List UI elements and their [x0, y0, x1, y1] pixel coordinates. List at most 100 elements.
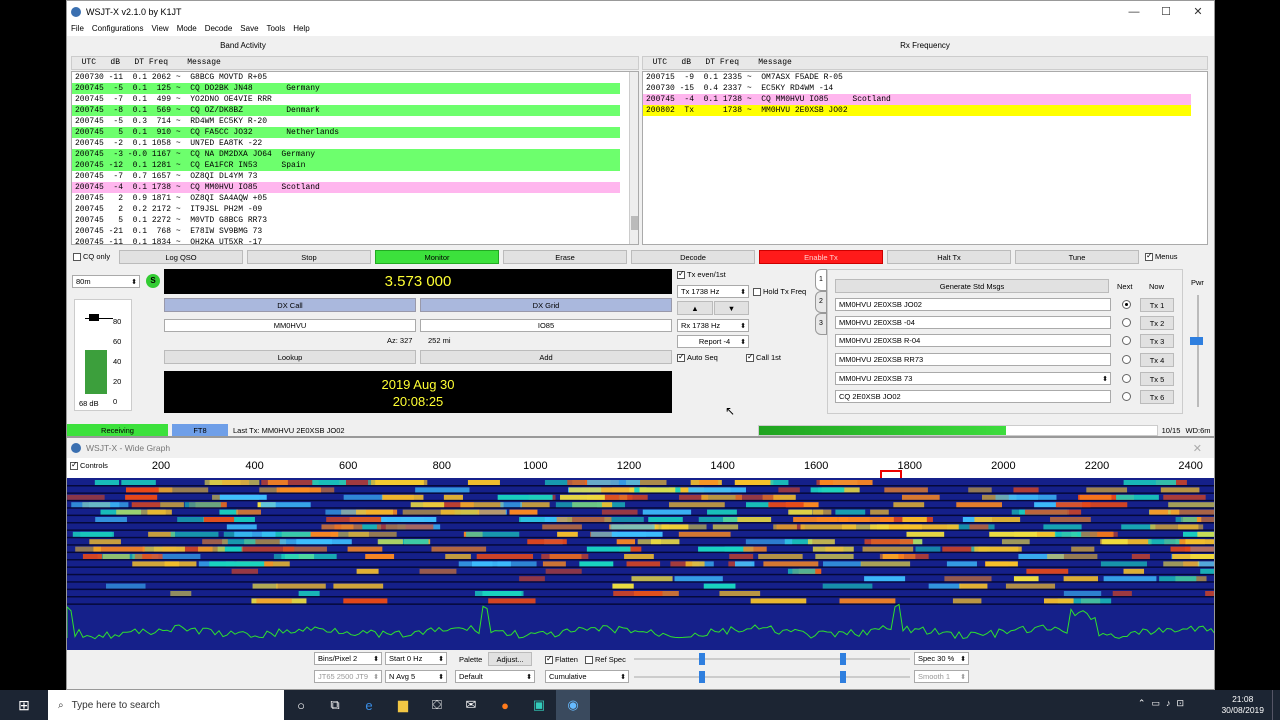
decode-row[interactable]: 200745 -11 0.1 1834 ~ OH2KA UT5XR -17: [72, 237, 620, 244]
menu-save[interactable]: Save: [236, 22, 262, 36]
lookup-button[interactable]: Lookup: [164, 350, 416, 364]
decode-row[interactable]: 200745 -12 0.1 1281 ~ CQ EA1FCR IN53 Spa…: [72, 160, 620, 171]
decode-button[interactable]: Decode: [631, 250, 755, 264]
log-qso-button[interactable]: Log QSO: [119, 250, 243, 264]
tx5-next-radio[interactable]: [1122, 374, 1131, 383]
tx3-next-radio[interactable]: [1122, 336, 1131, 345]
decode-row[interactable]: 200745 2 0.9 1871 ~ OZ8QI SA4AQW +05: [72, 193, 620, 204]
decode-row[interactable]: 200745 -5 0.1 125 ~ CQ DO2BK JN48 German…: [72, 83, 620, 94]
ref-spec-checkbox[interactable]: Ref Spec: [585, 655, 626, 664]
menu-view[interactable]: View: [147, 22, 172, 36]
menus-checkbox[interactable]: Menus: [1145, 251, 1178, 261]
smooth-spinbox[interactable]: Smooth 1: [914, 670, 969, 683]
tx1-message-input[interactable]: MM0HVU 2E0XSB JO02: [835, 298, 1111, 311]
tx3-message-input[interactable]: MM0HVU 2E0XSB R-04: [835, 334, 1111, 347]
monitor-button[interactable]: Monitor: [375, 250, 499, 264]
tx6-next-radio[interactable]: [1122, 392, 1131, 401]
tab-2[interactable]: 2: [815, 291, 827, 313]
tx2-now-button[interactable]: Tx 2: [1140, 316, 1174, 330]
firefox-icon[interactable]: ●: [488, 690, 522, 720]
menu-decode[interactable]: Decode: [201, 22, 237, 36]
dx-grid-input[interactable]: IO85: [420, 319, 672, 332]
decode-row[interactable]: 200745 -21 0.1 768 ~ E78IW SV9BMG 73: [72, 226, 620, 237]
wsjtx-taskbar-icon[interactable]: ◉: [556, 690, 590, 720]
band-activity-scrollbar[interactable]: [629, 72, 638, 244]
close-button[interactable]: ✕: [1182, 1, 1214, 22]
tab-3[interactable]: 3: [815, 313, 827, 335]
decode-row[interactable]: 200745 -7 0.1 499 ~ YO2DNO OE4VIE RRR: [72, 94, 620, 105]
tx-even-checkbox[interactable]: Tx even/1st: [677, 269, 726, 279]
spectrum-mode-select[interactable]: Cumulative: [545, 670, 629, 683]
hold-tx-freq-checkbox[interactable]: Hold Tx Freq: [753, 287, 806, 296]
tx4-next-radio[interactable]: [1122, 355, 1131, 364]
stop-button[interactable]: Stop: [247, 250, 371, 264]
cortana-icon[interactable]: ○: [284, 690, 318, 720]
mail-icon[interactable]: ✉: [454, 690, 488, 720]
decode-row[interactable]: 200730 -15 0.4 2337 ~ EC5KY RD4WM -14: [643, 83, 1191, 94]
decode-row[interactable]: 200745 -8 0.1 569 ~ CQ OZ/DK8BZ Denmark: [72, 105, 620, 116]
zero-slider-handle[interactable]: [840, 653, 846, 665]
tx6-message-input[interactable]: CQ 2E0XSB JO02: [835, 390, 1111, 403]
auto-seq-checkbox[interactable]: Auto Seq: [677, 352, 718, 362]
tx-to-rx-up-button[interactable]: ▲: [677, 301, 713, 315]
bins-per-pixel-spinbox[interactable]: Bins/Pixel 2: [314, 652, 382, 665]
tx2-next-radio[interactable]: [1122, 318, 1131, 327]
cq-only-checkbox[interactable]: CQ only: [73, 252, 110, 261]
gain-slider-handle[interactable]: [699, 653, 705, 665]
decode-row[interactable]: 200745 5 0.1 2272 ~ M0VTD G8BCG RR73: [72, 215, 620, 226]
decode-row[interactable]: 200745 -7 0.7 1657 ~ OZ8QI DL4YM 73: [72, 171, 620, 182]
start-freq-spinbox[interactable]: Start 0 Hz: [385, 652, 447, 665]
tx3-now-button[interactable]: Tx 3: [1140, 334, 1174, 348]
tx1-next-radio[interactable]: [1122, 300, 1131, 309]
tab-1[interactable]: 1: [815, 269, 827, 291]
decode-row[interactable]: 200745 -2 0.1 1058 ~ UN7ED EA8TK -22: [72, 138, 620, 149]
decode-row[interactable]: 200802 Tx 1738 ~ MM0HVU 2E0XSB JO02: [643, 105, 1191, 116]
store-icon[interactable]: ⛋: [420, 690, 454, 720]
gain-slider-track[interactable]: [634, 658, 910, 660]
tx5-message-select[interactable]: MM0HVU 2E0XSB 73: [835, 372, 1111, 385]
tx6-now-button[interactable]: Tx 6: [1140, 390, 1174, 404]
menu-file[interactable]: File: [67, 22, 88, 36]
decode-row[interactable]: 200715 -9 0.1 2335 ~ OM7ASX F5ADE R-05: [643, 72, 1191, 83]
flatten-checkbox[interactable]: Flatten: [545, 654, 578, 664]
zero2-slider-handle[interactable]: [840, 671, 846, 683]
wide-graph-close-icon[interactable]: ✕: [1193, 442, 1202, 455]
taskbar-search-box[interactable]: ⌕ Type here to search: [48, 690, 284, 720]
windows-start-icon[interactable]: ⊞: [0, 690, 48, 720]
tune-button[interactable]: Tune: [1015, 250, 1139, 264]
taskbar-clock[interactable]: 21:08 30/08/2019: [1221, 694, 1264, 716]
menu-configurations[interactable]: Configurations: [88, 22, 148, 36]
power-slider-handle[interactable]: [1190, 337, 1203, 345]
tx4-message-input[interactable]: MM0HVU 2E0XSB RR73: [835, 353, 1111, 366]
band-activity-list[interactable]: 200730 -11 0.1 2062 ~ G8BCG MOVTD R+05 20…: [71, 71, 639, 245]
gain2-slider-track[interactable]: [634, 676, 910, 678]
task-view-icon[interactable]: ⧉: [318, 690, 352, 720]
power-slider-track[interactable]: [1197, 295, 1199, 407]
spec-percent-spinbox[interactable]: Spec 30 %: [914, 652, 969, 665]
add-button[interactable]: Add: [420, 350, 672, 364]
report-spinbox[interactable]: Report -4: [677, 335, 749, 348]
erase-button[interactable]: Erase: [503, 250, 627, 264]
tx1-now-button[interactable]: Tx 1: [1140, 298, 1174, 312]
file-explorer-icon[interactable]: ▆: [386, 690, 420, 720]
n-avg-spinbox[interactable]: N Avg 5: [385, 670, 447, 683]
controls-checkbox[interactable]: Controls: [70, 460, 108, 470]
maximize-button[interactable]: ☐: [1150, 1, 1182, 22]
tx2-message-input[interactable]: MM0HVU 2E0XSB -04: [835, 316, 1111, 329]
enable-tx-button[interactable]: Enable Tx: [759, 250, 883, 264]
palette-select[interactable]: Default: [455, 670, 535, 683]
show-desktop-button[interactable]: [1272, 690, 1278, 720]
call-1st-checkbox[interactable]: Call 1st: [746, 352, 781, 362]
jt65-jt9-spinbox[interactable]: JT65 2500 JT9: [314, 670, 382, 683]
adjust-button[interactable]: Adjust...: [488, 652, 532, 666]
dx-call-input[interactable]: MM0HVU: [164, 319, 416, 332]
rx-to-tx-down-button[interactable]: ▼: [714, 301, 749, 315]
decode-row[interactable]: 200745 -3 -0.0 1167 ~ CQ NA DM2DXA JO64 …: [72, 149, 620, 160]
tx5-now-button[interactable]: Tx 5: [1140, 372, 1174, 386]
edge-browser-icon[interactable]: e: [352, 690, 386, 720]
tx4-now-button[interactable]: Tx 4: [1140, 353, 1174, 367]
gain2-slider-handle[interactable]: [699, 671, 705, 683]
app-icon-green[interactable]: ▣: [522, 690, 556, 720]
rx-freq-spinbox[interactable]: Rx 1738 Hz: [677, 319, 749, 332]
system-tray-icons[interactable]: ⌃▭♪⊡: [1138, 698, 1190, 709]
